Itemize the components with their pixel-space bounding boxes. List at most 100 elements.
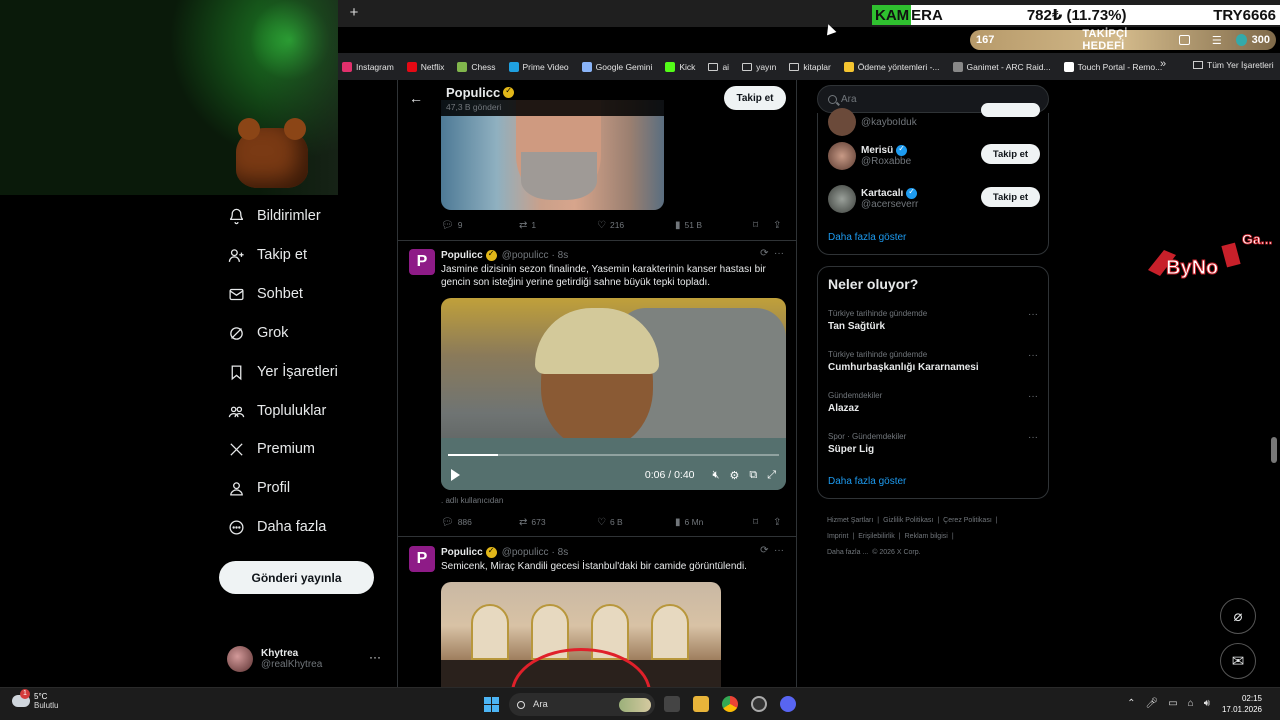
page-scrollbar[interactable]: [1271, 437, 1277, 463]
more-icon[interactable]: ···: [1028, 432, 1038, 443]
tweet-author-handle[interactable]: @populicc: [502, 547, 549, 558]
bookmark-item[interactable]: Ödeme yöntemleri -...: [843, 61, 940, 72]
fullscreen-icon[interactable]: ⤢: [767, 469, 776, 482]
footer-link[interactable]: © 2026 X Corp.: [872, 549, 920, 556]
tweet-avatar[interactable]: P: [409, 249, 435, 275]
footer-link[interactable]: Daha fazla ...: [827, 549, 868, 556]
network-icon[interactable]: ⌂: [1188, 698, 1194, 709]
bookmark-button[interactable]: ⌑: [753, 517, 773, 528]
bookmark-item[interactable]: Google Gemini: [581, 61, 652, 72]
more-icon[interactable]: ···: [1028, 309, 1038, 320]
more-icon[interactable]: ···: [1028, 350, 1038, 361]
footer-link[interactable]: Çerez Politikası: [943, 517, 992, 524]
bookmark-item[interactable]: Chess: [457, 61, 496, 72]
tweet-author-name[interactable]: Populicc: [441, 250, 483, 261]
discord-icon[interactable]: [780, 696, 796, 712]
display-icon[interactable]: ▭: [1168, 698, 1177, 709]
tweet-avatar[interactable]: P: [409, 546, 435, 572]
microphone-icon[interactable]: 🎤︎: [1145, 698, 1158, 709]
nav-item[interactable]: Profil: [227, 473, 290, 503]
all-bookmarks-button[interactable]: Tüm Yer İşaretleri: [1193, 60, 1274, 70]
bookmark-item[interactable]: kitaplar: [789, 62, 831, 72]
video-source-caption[interactable]: . adlı kullanıcıdan: [441, 496, 503, 505]
nav-item[interactable]: Bildirimler: [227, 201, 321, 231]
volume-icon[interactable]: 🔊︎: [1204, 698, 1210, 709]
show-more-link[interactable]: Daha fazla göster: [828, 232, 906, 243]
footer-link[interactable]: Hizmet Şartları: [827, 517, 873, 524]
bookmark-item[interactable]: Prime Video: [508, 61, 569, 72]
tweet-image[interactable]: [441, 100, 664, 210]
weather-widget[interactable]: 1 5°C Bulutlu: [12, 689, 58, 710]
who-to-follow-row[interactable]: @kayboIduk: [828, 103, 1040, 137]
repost-button[interactable]: ⇄ 1: [519, 220, 597, 231]
nav-item[interactable]: Takip et: [227, 240, 307, 270]
trend-item[interactable]: Türkiye tarihinde gündemde Cumhurbaşkanl…: [828, 350, 1040, 373]
bookmark-button[interactable]: ⌑: [753, 220, 773, 231]
follow-button[interactable]: Takip et: [981, 144, 1040, 164]
views-button[interactable]: ▮ 6 Mn: [675, 517, 753, 528]
more-icon[interactable]: ···: [1028, 391, 1038, 402]
tweet-time[interactable]: · 8s: [552, 547, 569, 558]
bookmarks-overflow-button[interactable]: »: [1160, 58, 1166, 70]
nav-item[interactable]: Topluluklar: [227, 396, 326, 426]
steam-icon[interactable]: [751, 696, 767, 712]
tweet-image[interactable]: [441, 582, 721, 687]
like-button[interactable]: ♡ 216: [597, 220, 675, 231]
bookmark-item[interactable]: Kick: [665, 61, 695, 72]
task-view-icon[interactable]: [664, 696, 680, 712]
windows-start-button[interactable]: [484, 697, 499, 712]
footer-link[interactable]: Imprint: [827, 533, 848, 540]
nav-item[interactable]: Premium: [227, 434, 315, 464]
like-button[interactable]: ♡ 6 B: [597, 517, 675, 528]
back-arrow-icon[interactable]: ←: [409, 90, 423, 106]
nav-item[interactable]: Grok: [227, 318, 288, 348]
tweet-author-name[interactable]: Populicc: [441, 547, 483, 558]
nav-item[interactable]: Daha fazla: [227, 512, 326, 542]
tweet-author-handle[interactable]: @populicc: [502, 250, 549, 261]
nav-item[interactable]: Yer İşaretleri: [227, 357, 338, 387]
taskbar-search[interactable]: Ara: [509, 693, 655, 716]
file-explorer-icon[interactable]: [693, 696, 709, 712]
footer-link[interactable]: Erişilebilirlik: [858, 533, 895, 540]
mute-icon[interactable]: 🔇︎: [713, 469, 720, 482]
account-switcher[interactable]: Khytrea @realKhytrea ···: [227, 644, 387, 674]
taskbar-clock[interactable]: 02:15 17.01.2026: [1222, 693, 1262, 715]
bookmark-item[interactable]: yayın: [742, 62, 776, 72]
bookmark-item[interactable]: ai: [708, 62, 729, 72]
chevron-up-icon[interactable]: ⌃: [1127, 698, 1135, 709]
footer-link[interactable]: Gizlilik Politikası: [883, 517, 933, 524]
views-button[interactable]: ▮ 51 B: [675, 220, 753, 231]
tweet-more-icon[interactable]: ⟳ ···: [760, 248, 784, 259]
show-more-link[interactable]: Daha fazla göster: [828, 476, 906, 487]
who-to-follow-row[interactable]: Kartacalı @acerseverr Takip et: [828, 184, 1040, 214]
bookmark-item[interactable]: Instagram: [342, 61, 394, 72]
timeline-column[interactable]: ← Populicc 47,3 B gönderi Takip et 💬︎9 ⇄…: [397, 80, 797, 687]
pip-icon[interactable]: ⧉: [749, 469, 757, 482]
follow-button[interactable]: [981, 103, 1040, 117]
chrome-icon[interactable]: [722, 696, 738, 712]
tweet-more-icon[interactable]: ⟳ ···: [760, 545, 784, 556]
bookmark-item[interactable]: Netflix: [406, 61, 444, 72]
new-tab-button[interactable]: +: [346, 4, 362, 22]
bookmark-item[interactable]: Touch Portal - Remo...: [1063, 61, 1162, 72]
trend-item[interactable]: Gündemdekiler Alazaz ···: [828, 391, 1040, 414]
grok-fab-button[interactable]: ⌀: [1220, 598, 1256, 634]
footer-link[interactable]: Reklam bilgisi: [905, 533, 948, 540]
tweet-video[interactable]: 0:06 / 0:40 🔇︎ ⚙ ⧉ ⤢: [441, 298, 786, 490]
messages-fab-button[interactable]: ✉: [1220, 643, 1256, 679]
reply-button[interactable]: 💬︎ 886: [441, 517, 519, 528]
play-icon[interactable]: [451, 469, 460, 481]
repost-button[interactable]: ⇄ 673: [519, 517, 597, 528]
tweet-time[interactable]: · 8s: [552, 250, 569, 261]
trend-item[interactable]: Spor · Gündemdekiler Süper Lig ···: [828, 432, 1040, 455]
follow-button[interactable]: Takip et: [981, 187, 1040, 207]
follow-button[interactable]: Takip et: [724, 86, 786, 110]
bookmark-item[interactable]: Ganimet - ARC Raid...: [952, 61, 1051, 72]
who-to-follow-row[interactable]: Merisü @Roxabbe Takip et: [828, 141, 1040, 171]
reply-button[interactable]: 💬︎ 9: [441, 220, 519, 231]
trend-item[interactable]: Türkiye tarihinde gündemde Tan Sağtürk ·…: [828, 309, 1040, 332]
post-button[interactable]: Gönderi yayınla: [219, 561, 374, 594]
settings-icon[interactable]: ⚙: [729, 469, 739, 482]
nav-item[interactable]: Sohbet: [227, 279, 303, 309]
share-button[interactable]: ⇪: [773, 517, 785, 528]
